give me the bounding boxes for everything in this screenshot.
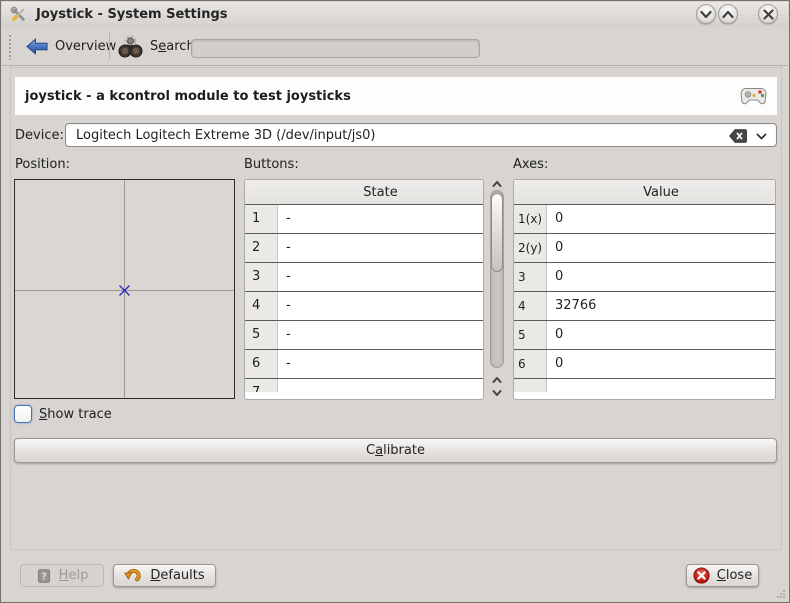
gamepad-icon [740, 85, 767, 107]
table-row: 4 32766 [514, 292, 775, 321]
device-combobox[interactable]: Logitech Logitech Extreme 3D (/dev/input… [65, 123, 777, 147]
row-value [278, 379, 483, 392]
row-header: 2(y) [514, 234, 547, 262]
clear-icon[interactable] [729, 129, 747, 143]
table-row: 7 [245, 379, 483, 392]
position-display [14, 179, 235, 399]
row-header: 4 [245, 292, 278, 320]
maximize-button[interactable] [718, 4, 738, 24]
scrollbar-thumb[interactable] [491, 193, 503, 272]
help-button: ? Help [20, 564, 104, 587]
row-header: 4 [514, 292, 547, 320]
row-value: - [278, 205, 483, 233]
table-row: 5 - [245, 321, 483, 350]
row-value: 0 [547, 321, 775, 349]
row-header [514, 379, 547, 392]
joystick-position-marker [118, 284, 131, 297]
row-value: 0 [547, 350, 775, 378]
minimize-button[interactable] [696, 4, 716, 24]
module-title: joystick - a kcontrol module to test joy… [25, 89, 351, 104]
help-label: Help [59, 568, 89, 583]
row-header: 5 [245, 321, 278, 349]
help-icon: ? [36, 568, 52, 584]
module-header: joystick - a kcontrol module to test joy… [15, 77, 777, 115]
row-value: 32766 [547, 292, 775, 320]
row-header: 3 [514, 263, 547, 291]
row-value: 0 [547, 205, 775, 233]
device-label: Device: [15, 128, 64, 143]
scroll-up-icon[interactable] [492, 376, 502, 384]
row-value: - [278, 350, 483, 378]
chevron-down-icon [700, 10, 712, 19]
close-button[interactable]: Close [686, 564, 759, 587]
table-row: 2(y) 0 [514, 234, 775, 263]
defaults-label: Defaults [150, 568, 204, 583]
close-label: Close [717, 568, 752, 583]
table-row: 1(x) 0 [514, 205, 775, 234]
table-row: 3 0 [514, 263, 775, 292]
back-arrow-icon [26, 38, 48, 55]
scroll-up-icon[interactable] [492, 180, 502, 188]
position-label: Position: [15, 157, 70, 172]
row-header: 5 [514, 321, 547, 349]
row-value: - [278, 321, 483, 349]
window-close-button[interactable] [758, 4, 778, 24]
toolbar-separator [109, 33, 110, 59]
table-row: 1 - [245, 205, 483, 234]
system-settings-window: Joystick - System Settings Overview [0, 0, 790, 603]
titlebar[interactable]: Joystick - System Settings [2, 2, 788, 27]
overview-button[interactable]: Overview [20, 32, 122, 60]
calibrate-label: Calibrate [366, 443, 425, 458]
chevron-up-icon [722, 10, 734, 19]
window-title: Joystick - System Settings [36, 7, 228, 22]
table-row [514, 379, 775, 392]
axes-table: Value 1(x) 0 2(y) 0 3 0 4 32766 5 0 6 0 [513, 179, 776, 400]
row-value: - [278, 263, 483, 291]
table-row: 2 - [245, 234, 483, 263]
table-row: 5 0 [514, 321, 775, 350]
row-value [547, 379, 775, 392]
close-icon [693, 567, 710, 584]
row-header: 6 [514, 350, 547, 378]
svg-text:?: ? [41, 571, 47, 582]
defaults-button[interactable]: Defaults [113, 564, 216, 587]
resize-grip[interactable] [774, 587, 786, 599]
table-row: 6 0 [514, 350, 775, 379]
close-x-icon [763, 9, 774, 20]
row-header: 3 [245, 263, 278, 291]
show-trace-label[interactable]: Show trace [39, 407, 112, 422]
show-trace-checkbox[interactable] [14, 405, 32, 423]
axes-column-header: Value [514, 180, 775, 205]
table-row: 4 - [245, 292, 483, 321]
row-value: 0 [547, 234, 775, 262]
search-input[interactable] [191, 39, 480, 58]
row-value: - [278, 292, 483, 320]
table-row: 3 - [245, 263, 483, 292]
calibrate-button[interactable]: Calibrate [14, 438, 777, 463]
buttons-table: State 1 - 2 - 3 - 4 - 5 - 6 - 7 [244, 179, 484, 400]
scroll-down-icon[interactable] [492, 389, 502, 397]
row-value: - [278, 234, 483, 262]
tools-icon [10, 6, 27, 23]
axes-label: Axes: [513, 157, 548, 172]
overview-label: Overview [55, 39, 116, 54]
table-row: 6 - [245, 350, 483, 379]
combo-chevron-down-icon[interactable] [756, 133, 767, 140]
buttons-column-header: State [245, 180, 483, 205]
row-header: 2 [245, 234, 278, 262]
undo-icon [124, 568, 143, 583]
row-header: 1(x) [514, 205, 547, 233]
row-header: 6 [245, 350, 278, 378]
device-value: Logitech Logitech Extreme 3D (/dev/input… [76, 128, 375, 143]
buttons-label: Buttons: [244, 157, 299, 172]
buttons-scrollbar[interactable] [488, 178, 506, 406]
toolbar-drag-handle[interactable] [8, 34, 12, 60]
row-header: 1 [245, 205, 278, 233]
binoculars-search-icon [117, 33, 144, 60]
row-value: 0 [547, 263, 775, 291]
row-header: 7 [245, 379, 278, 392]
